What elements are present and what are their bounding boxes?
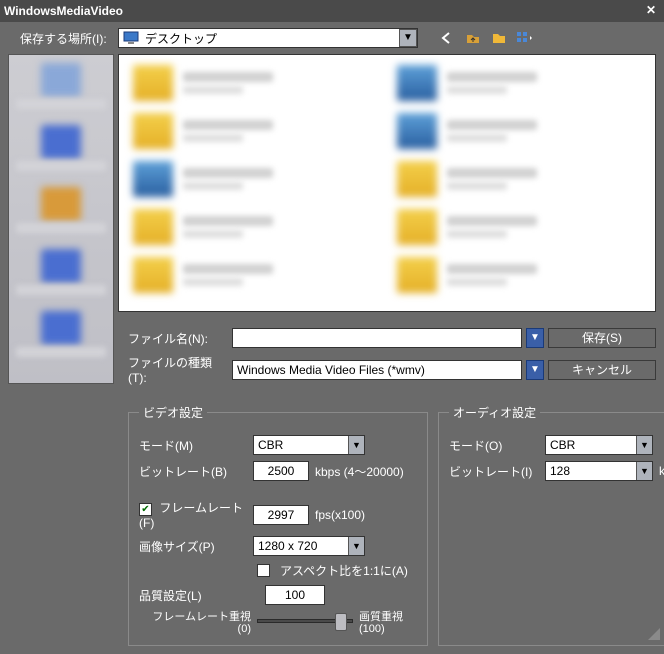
file-item[interactable] [133,65,377,101]
save-button[interactable]: 保存(S) [548,328,656,348]
slider-left-label: フレームレート重視 (0) [139,611,251,635]
filetype-dropdown-icon[interactable]: ▼ [526,360,544,380]
audio-bitrate-label: ビットレート(I) [449,463,539,480]
up-folder-icon[interactable] [464,29,482,47]
quality-label: 品質設定(L) [139,587,247,604]
file-fields: ファイル名(N): ▼ 保存(S) ファイルの種類(T): Windows Me… [128,328,656,385]
slider-right-label: 画質重視 (100) [359,611,417,635]
aspect-checkbox[interactable]: ✔ [257,564,270,577]
framerate-label: フレームレート(F) [139,501,243,530]
view-menu-icon[interactable] [516,29,534,47]
slider-right-text: 画質重視 [359,611,403,623]
audio-bitrate-value: 128 [546,464,636,478]
file-item[interactable] [133,161,377,197]
filename-dropdown-icon[interactable]: ▼ [526,328,544,348]
slider-left-text: フレームレート重視 [152,611,251,623]
place-item[interactable] [11,307,111,361]
chevron-down-icon[interactable]: ▼ [399,29,417,47]
file-item[interactable] [133,209,377,245]
desktop-icon [123,31,139,45]
file-item[interactable] [133,113,377,149]
framerate-input[interactable]: 2997 [253,505,309,525]
place-item[interactable] [11,183,111,237]
quality-input[interactable]: 100 [265,585,325,605]
chevron-down-icon[interactable]: ▼ [636,462,652,480]
imagesize-select[interactable]: 1280 x 720 ▼ [253,536,365,556]
video-legend: ビデオ設定 [139,404,207,421]
framerate-checkbox[interactable]: ✔ [139,503,152,516]
file-item[interactable] [397,161,641,197]
video-bitrate-unit: kbps (4～20000) [315,463,404,480]
audio-settings: オーディオ設定 モード(O) CBR ▼ ビットレート(I) 128 ▼ kbp… [438,404,664,646]
file-item[interactable] [397,257,641,293]
new-folder-icon[interactable] [490,29,508,47]
slider-thumb[interactable] [335,613,347,631]
audio-bitrate-unit: kbps [659,464,664,478]
audio-mode-label: モード(O) [449,437,539,454]
close-icon[interactable]: ✕ [642,3,660,19]
audio-bitrate-select[interactable]: 128 ▼ [545,461,653,481]
places-sidebar [8,54,114,384]
filetype-select[interactable]: Windows Media Video Files (*wmv) [232,360,522,380]
quality-slider-row: フレームレート重視 (0) 画質重視 (100) [139,611,417,635]
chevron-down-icon[interactable]: ▼ [348,537,364,555]
filename-label: ファイル名(N): [128,330,228,347]
video-bitrate-input[interactable]: 2500 [253,461,309,481]
aspect-label: アスペクト比を1:1に(A) [280,562,408,579]
resize-grip-icon[interactable] [646,626,660,640]
video-mode-value: CBR [254,438,348,452]
settings-row: ビデオ設定 モード(M) CBR ▼ ビットレート(B) 2500 kbps (… [0,388,664,654]
imagesize-label: 画像サイズ(P) [139,538,247,555]
cancel-button[interactable]: キャンセル [548,360,656,380]
audio-legend: オーディオ設定 [449,404,540,421]
back-icon[interactable] [438,29,456,47]
file-item[interactable] [397,113,641,149]
filetype-label: ファイルの種類(T): [128,354,228,385]
audio-mode-value: CBR [546,438,636,452]
toolbar-icons [438,29,534,47]
place-item[interactable] [11,121,111,175]
file-item[interactable] [397,65,641,101]
title-bar: WindowsMediaVideo ✕ [0,0,664,22]
filename-input[interactable] [232,328,522,348]
chevron-down-icon[interactable]: ▼ [636,436,652,454]
place-item[interactable] [11,59,111,113]
chevron-down-icon[interactable]: ▼ [348,436,364,454]
video-mode-select[interactable]: CBR ▼ [253,435,365,455]
framerate-unit: fps(x100) [315,508,365,522]
place-item[interactable] [11,245,111,299]
location-select[interactable]: デスクトップ ▼ [118,28,418,48]
quality-slider[interactable] [257,611,353,635]
framerate-label-wrap: ✔ フレームレート(F) [139,499,247,530]
location-toolbar: 保存する場所(I): デスクトップ ▼ [0,22,664,52]
video-bitrate-label: ビットレート(B) [139,463,247,480]
file-item[interactable] [397,209,641,245]
slider-right-sub: (100) [359,623,385,635]
window-title: WindowsMediaVideo [4,4,642,18]
slider-left-sub: (0) [238,623,251,635]
audio-mode-select[interactable]: CBR ▼ [545,435,653,455]
location-label: 保存する場所(I): [20,30,112,47]
imagesize-value: 1280 x 720 [254,539,348,553]
file-item[interactable] [133,257,377,293]
file-list[interactable] [118,54,656,312]
video-settings: ビデオ設定 モード(M) CBR ▼ ビットレート(B) 2500 kbps (… [128,404,428,646]
video-mode-label: モード(M) [139,437,247,454]
location-value: デスクトップ [143,30,399,47]
